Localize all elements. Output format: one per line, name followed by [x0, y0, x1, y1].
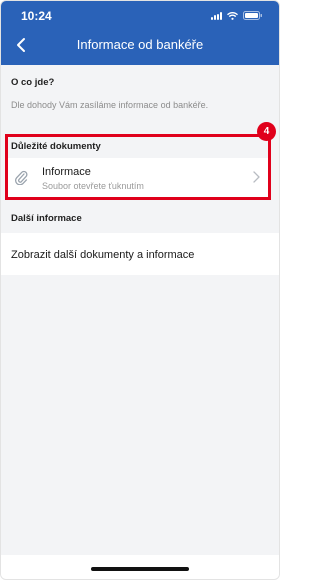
- status-time: 10:24: [21, 9, 52, 23]
- phone-screen: 10:24 Informace od bankéře O co jde? Dle…: [0, 0, 280, 580]
- navigation-bar: Informace od bankéře: [1, 27, 279, 63]
- more-documents-link[interactable]: Zobrazit další dokumenty a informace: [1, 233, 279, 275]
- home-indicator: [91, 567, 189, 571]
- battery-icon: [243, 11, 263, 20]
- signal-icon: [211, 11, 222, 20]
- about-section: O co jde? Dle dohody Vám zasíláme inform…: [1, 65, 279, 127]
- app-header: 10:24 Informace od bankéře: [1, 1, 279, 65]
- annotation-badge: 4: [257, 122, 276, 141]
- about-heading: O co jde?: [11, 77, 55, 88]
- wifi-icon: [227, 11, 238, 20]
- more-section-header: Další informace: [1, 206, 279, 228]
- more-heading: Další informace: [11, 213, 82, 224]
- page-title: Informace od bankéře: [76, 37, 204, 52]
- empty-content-area: [1, 275, 279, 555]
- annotation-highlight-box: [5, 134, 271, 200]
- bottom-safe-area: [1, 555, 279, 579]
- status-bar: 10:24: [1, 1, 279, 23]
- about-text: Dle dohody Vám zasíláme informace od ban…: [11, 100, 209, 110]
- more-documents-label: Zobrazit další dokumenty a informace: [11, 249, 195, 261]
- status-icons: [211, 11, 263, 20]
